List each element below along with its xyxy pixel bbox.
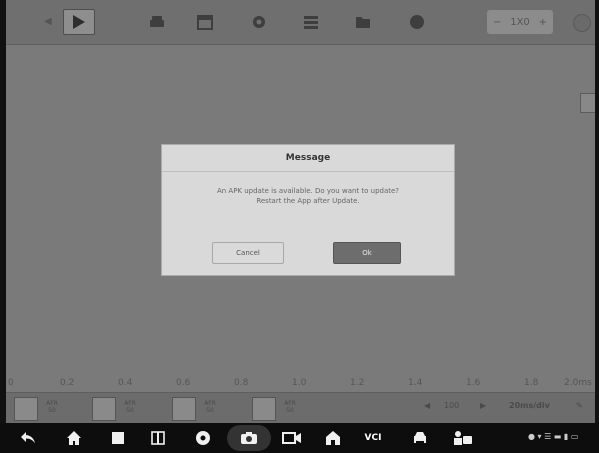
status-icons: ● ▾ ☰ ▬ ▮ ▭ bbox=[528, 432, 579, 441]
system-nav-bar: VCI ● ▾ ☰ ▬ ▮ ▭ bbox=[0, 423, 599, 453]
window-icon[interactable] bbox=[148, 428, 168, 448]
app-screen: ◀ − 1X0 + 0 0.2 0.4 0.6 0.8 1.0 1.2 1.4 … bbox=[6, 0, 595, 423]
update-dialog: Message An APK update is available. Do y… bbox=[161, 144, 455, 276]
car-front-icon[interactable] bbox=[410, 428, 430, 448]
dialog-message-line: Restart the App after Update. bbox=[256, 197, 360, 205]
home-icon[interactable] bbox=[64, 428, 84, 448]
browser-icon[interactable] bbox=[193, 428, 213, 448]
dialog-message: An APK update is available. Do you want … bbox=[174, 186, 442, 206]
back-icon[interactable] bbox=[18, 428, 38, 448]
house-icon[interactable] bbox=[323, 428, 343, 448]
video-record-icon[interactable] bbox=[281, 428, 303, 448]
modal-overlay: Message An APK update is available. Do y… bbox=[6, 0, 595, 423]
dialog-message-line: An APK update is available. Do you want … bbox=[216, 187, 400, 195]
camera-icon[interactable] bbox=[239, 428, 259, 448]
recent-apps-icon[interactable] bbox=[108, 428, 128, 448]
ok-button[interactable]: Ok bbox=[333, 242, 401, 264]
vci-button[interactable]: VCI bbox=[360, 428, 386, 448]
vci-label: VCI bbox=[364, 433, 382, 443]
cancel-button[interactable]: Cancel bbox=[212, 242, 284, 264]
user-car-icon[interactable] bbox=[452, 428, 474, 448]
dialog-title: Message bbox=[162, 145, 454, 172]
